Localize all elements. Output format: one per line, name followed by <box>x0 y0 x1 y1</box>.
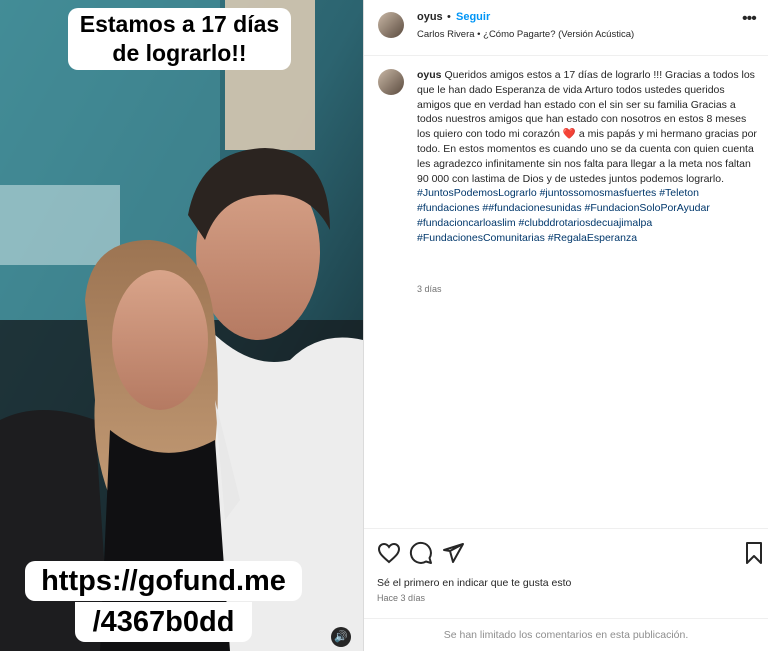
more-options-icon[interactable]: ••• <box>742 10 757 28</box>
likes-summary[interactable]: Sé el primero en indicar que te gusta es… <box>377 577 571 589</box>
gofund-link-line-2: /4367b0dd <box>75 602 252 643</box>
comment-icon[interactable] <box>409 541 433 565</box>
caption-hashtags[interactable]: #JuntosPodemosLograrlo #juntossomosmasfu… <box>417 187 710 243</box>
overlay-line-1: Estamos a 17 días <box>79 11 280 37</box>
separator-dot: • <box>447 11 451 23</box>
overlay-text: Estamos a 17 días de lograrlo!! <box>68 8 291 70</box>
post-media[interactable]: Estamos a 17 días de lograrlo!! https://… <box>0 0 363 651</box>
comments-limited-notice: Se han limitado los comentarios en esta … <box>364 618 768 652</box>
bookmark-icon[interactable] <box>742 541 766 565</box>
caption-avatar[interactable] <box>378 69 404 95</box>
follow-button[interactable]: Seguir <box>456 11 490 23</box>
post-side-panel: oyus • Seguir Carlos Rivera • ¿Cómo Paga… <box>363 0 768 651</box>
caption-time-ago: 3 días <box>417 284 442 294</box>
caption-username[interactable]: oyus <box>417 69 442 81</box>
username-link[interactable]: oyus <box>417 11 443 23</box>
overlay-line-2: de lograrlo!! <box>112 39 247 66</box>
post-header: oyus • Seguir Carlos Rivera • ¿Cómo Paga… <box>364 0 768 56</box>
red-heart-emoji-icon: ❤️ <box>562 128 576 141</box>
audio-track-link[interactable]: Carlos Rivera • ¿Cómo Pagarte? (Versión … <box>417 29 634 40</box>
share-icon[interactable] <box>441 541 465 565</box>
post-date: Hace 3 días <box>377 593 426 603</box>
gofund-link-line-1: https://gofund.me <box>25 561 302 602</box>
caption-text: oyus Queridos amigos estos a 17 días de … <box>417 68 757 246</box>
action-bar: Sé el primero en indicar que te gusta es… <box>364 528 768 619</box>
post-photo <box>0 0 363 651</box>
sound-toggle-icon[interactable]: 🔊 <box>331 627 351 647</box>
avatar[interactable] <box>378 12 404 38</box>
heart-icon[interactable] <box>377 541 401 565</box>
